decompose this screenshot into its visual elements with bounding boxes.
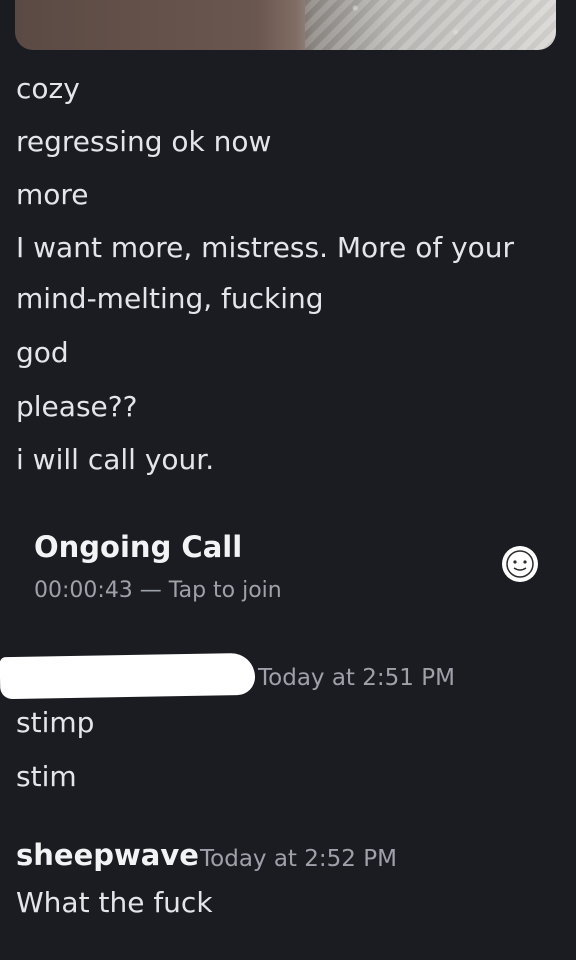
call-title: Ongoing Call (34, 530, 243, 564)
call-subtitle: 00:00:43 — Tap to join (34, 578, 282, 603)
message-text: stimp (16, 706, 95, 739)
avatar[interactable] (502, 546, 538, 582)
message-text: mind-melting, fucking (16, 282, 324, 315)
message-text: more (16, 178, 89, 211)
message-text: cozy (16, 72, 80, 105)
message-text: regressing ok now (16, 125, 272, 158)
redacted-username (0, 652, 256, 700)
message-text: What the fuck (16, 886, 213, 919)
message-text: god (16, 336, 69, 369)
ongoing-call-card[interactable]: Ongoing Call 00:00:43 — Tap to join (34, 530, 540, 610)
message-timestamp: Today at 2:51 PM (258, 665, 455, 691)
message-text: stim (16, 760, 77, 793)
message-timestamp: Today at 2:52 PM (200, 846, 397, 872)
sheep-avatar-icon (506, 550, 534, 578)
message-text: please?? (16, 390, 138, 423)
message-text: I want more, mistress. More of your (16, 231, 515, 264)
message-text: i will call your. (16, 443, 215, 476)
username[interactable]: sheepwave (16, 838, 199, 872)
attached-image[interactable] (15, 0, 556, 50)
